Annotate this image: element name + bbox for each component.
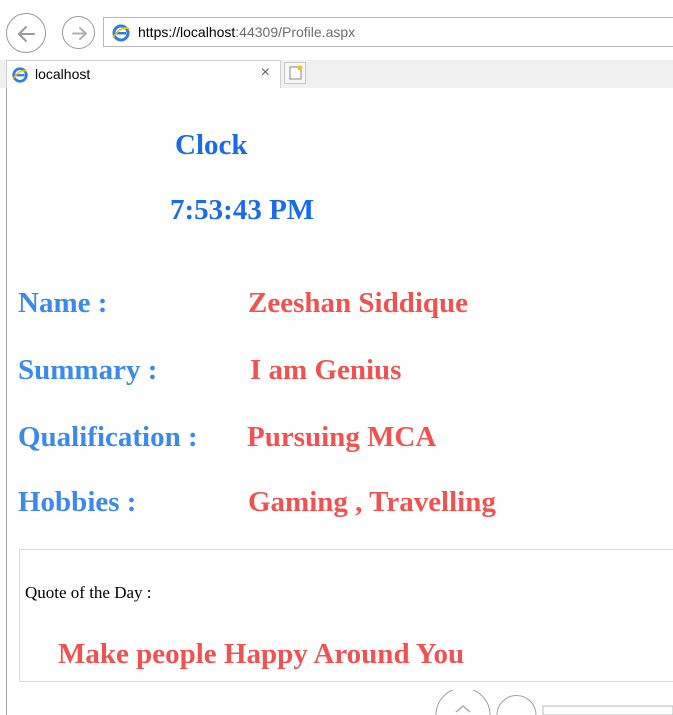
summary-value: I am Genius (250, 354, 402, 386)
url-text: https://localhost:44309/Profile.aspx (138, 24, 355, 40)
quote-text: Make people Happy Around You (58, 638, 465, 670)
chevron-up-icon (455, 705, 471, 713)
quote-label: Quote of the Day : (25, 583, 152, 602)
name-value: Zeeshan Siddique (248, 287, 469, 319)
hobbies-value: Gaming , Travelling (248, 486, 496, 518)
url-path: /Profile.aspx (278, 24, 356, 40)
summary-label: Summary : (18, 354, 158, 386)
tab-localhost[interactable]: localhost × (6, 60, 281, 88)
clock-title: Clock (175, 129, 248, 161)
arrow-left-icon (18, 26, 35, 42)
quote-box: Quote of the Day : Make people Happy Aro… (19, 549, 673, 682)
clock-time: 7:53:43 PM (170, 194, 315, 226)
scroll-next-button[interactable] (496, 695, 537, 715)
address-bar[interactable]: https://localhost:44309/Profile.aspx (103, 17, 673, 47)
qualification-label: Qualification : (18, 421, 198, 453)
ie-logo-icon (112, 24, 130, 42)
qualification-value: Pursuing MCA (247, 421, 437, 453)
frame-border (6, 88, 7, 715)
ie-logo-icon (12, 67, 28, 83)
arrow-right-icon (72, 27, 87, 40)
hobbies-label: Hobbies : (18, 486, 137, 518)
new-tab-icon (289, 65, 303, 80)
name-label: Name : (18, 287, 108, 319)
back-button[interactable] (6, 13, 46, 53)
tab-strip: localhost × (0, 60, 673, 88)
browser-toolbar: https://localhost:44309/Profile.aspx (0, 0, 673, 60)
bottom-controls (435, 690, 673, 715)
tab-title: localhost (35, 66, 91, 82)
close-tab-icon[interactable]: × (261, 64, 270, 82)
new-tab-button[interactable] (284, 62, 306, 84)
find-input[interactable] (542, 705, 673, 715)
url-port: :44309 (235, 24, 279, 40)
url-host: https://localhost (138, 24, 236, 40)
scroll-up-button[interactable] (435, 690, 491, 715)
forward-button[interactable] (62, 16, 95, 49)
